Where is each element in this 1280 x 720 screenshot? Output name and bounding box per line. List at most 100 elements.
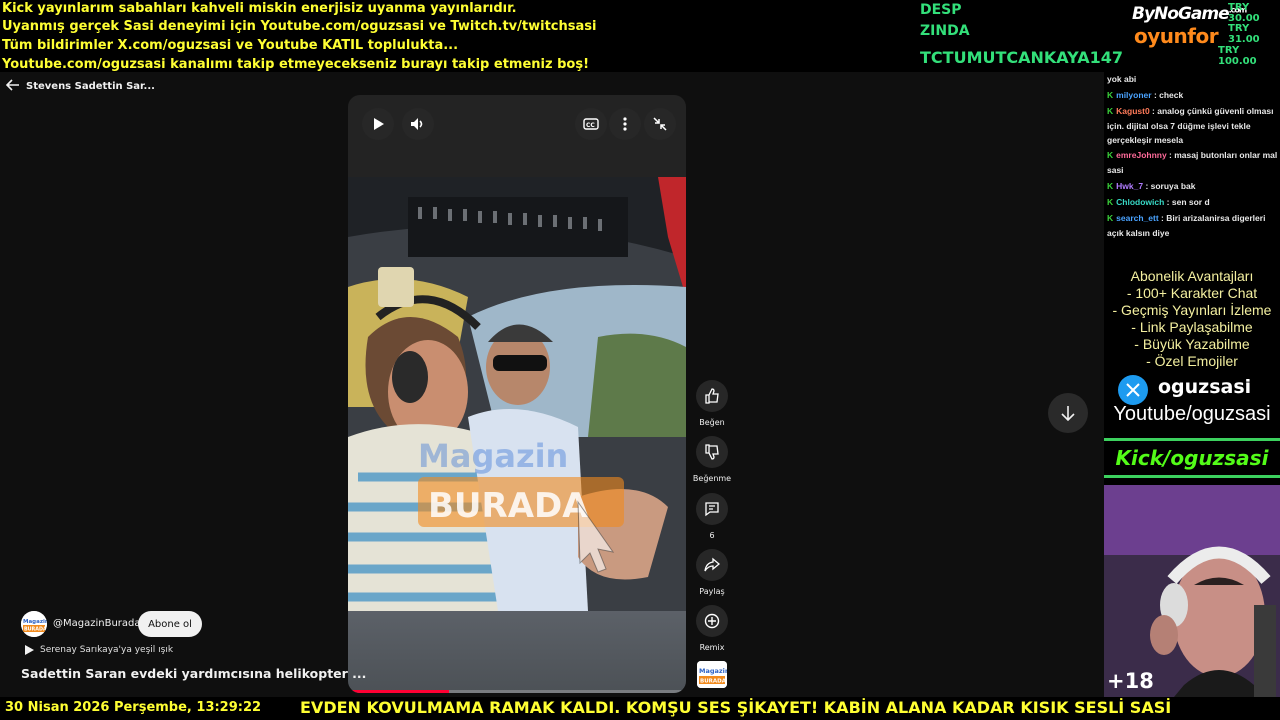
video-title[interactable]: Sadettin Saran evdeki yardımcısına helik… [21, 666, 366, 681]
volume-icon [411, 118, 423, 130]
subscription-perk: - Link Paylaşabilme [1131, 319, 1253, 335]
subscribe-button[interactable]: Abone ol [138, 611, 202, 637]
dislike-action[interactable]: Beğenme [693, 436, 731, 483]
plus-count: +18 [1107, 669, 1154, 693]
x-handle: oguzsasi [1158, 376, 1252, 398]
captions-button[interactable]: CC [575, 108, 607, 140]
kick-badge-icon: K [1107, 213, 1114, 223]
stream-top-banner: Kick yayınlarım sabahları kahveli miskin… [0, 0, 1280, 72]
kick-badge-icon: K [1107, 90, 1114, 100]
date-time: 30 Nisan 2026 Perşembe, 13:29:22 [5, 700, 262, 715]
play-button[interactable] [362, 108, 394, 140]
banner-line-3: Tüm bildirimler X.com/oguzsasi ve Youtub… [2, 38, 459, 53]
play-icon [374, 118, 384, 130]
collapse-icon [653, 117, 667, 131]
svg-text:CC: CC [586, 122, 595, 129]
chat-message: Ksearch_ett : Biri arizalanirsa digerler… [1107, 211, 1279, 240]
chat-message: K Kagust0 : analog çünkü güvenli olması i… [1107, 104, 1279, 148]
thumb-logo-text-1: Magazin [699, 667, 727, 675]
volume-button[interactable] [402, 108, 434, 140]
video-bottom-blur [348, 611, 686, 693]
kick-handle: Kick/oguzsasi [1115, 446, 1269, 470]
subscription-title: Abonelik Avantajları [1130, 268, 1254, 284]
kick-badge-icon: K [1107, 150, 1114, 160]
video-frame[interactable]: Magazin BURADA [348, 177, 686, 611]
thumbs-up-icon [705, 388, 719, 404]
more-options-button[interactable] [609, 108, 641, 140]
channel-avatar[interactable]: Magazin BURADA [21, 611, 47, 637]
youtube-handle: Youtube/oguzsasi [1113, 403, 1271, 425]
kick-badge-icon: K [1107, 181, 1114, 191]
remix-button[interactable] [696, 605, 728, 637]
watermark-top: Magazin [418, 437, 568, 475]
subscription-perk: - Özel Emojiler [1146, 353, 1238, 369]
channel-thumbnail[interactable]: Magazin BURADA [697, 661, 727, 688]
collapse-button[interactable] [644, 108, 676, 140]
comments-button[interactable] [696, 493, 728, 525]
chat-text: : soruya bak [1143, 181, 1196, 191]
dislike-button[interactable] [696, 436, 728, 468]
subscription-perk: - 100+ Karakter Chat [1126, 285, 1258, 301]
stream-side-panel: yok abi Kmilyoner : check K Kagust0 : ana… [1104, 72, 1280, 697]
oyunfor-logo: oyunfor [1134, 24, 1219, 48]
bynogame-logo-text: ByNoGame [1132, 4, 1230, 24]
chat-message: K Hwk_7 : soruya bak [1107, 179, 1279, 194]
back-label: Stevens Sadettin Sar... [26, 80, 155, 92]
like-label: Beğen [699, 418, 725, 427]
ticker-text: EVDEN KOVULMAMA RAMAK KALDI. KOMŞU SES Ş… [300, 698, 1172, 717]
donation-price-2: TRY 31.00 [1228, 23, 1260, 45]
chat-username[interactable]: search_ett [1116, 213, 1159, 223]
avatar-logo-text-1: Magazin [23, 619, 47, 625]
banner-line-1: Kick yayınlarım sabahları kahveli miskin… [2, 1, 517, 16]
remix-label: Remix [699, 643, 725, 652]
chat-message: KemreJohnny : masaj butonları onlar mal … [1107, 148, 1279, 177]
chat-text: : sen sor d [1164, 197, 1210, 207]
streamer-webcam: +18 [1104, 485, 1280, 697]
kick-badge-icon: K [1107, 197, 1114, 207]
captions-icon: CC [583, 118, 599, 130]
chat-username[interactable]: Kagust0 [1116, 106, 1150, 116]
music-link[interactable]: Serenay Sarıkaya'ya yeşil ışık [24, 645, 173, 655]
remix-icon [704, 613, 720, 629]
chat-text: : check [1151, 90, 1184, 100]
comments-action[interactable]: 6 [695, 493, 729, 540]
chat-username[interactable]: milyoner [1116, 90, 1151, 100]
banner-line-4: Youtube.com/oguzsasi kanalımı takip etme… [2, 57, 589, 72]
kick-badge-icon: K [1107, 106, 1114, 116]
share-action[interactable]: Paylaş [695, 549, 729, 596]
remix-action[interactable]: Remix [695, 605, 729, 652]
watermark-bottom: BURADA [428, 486, 589, 526]
video-progress-bar[interactable] [348, 690, 686, 693]
like-action[interactable]: Beğen [695, 380, 729, 427]
magazinburada-logo: Magazin BURADA [697, 661, 727, 688]
shorts-video-player[interactable]: Magazin BURADA CC [348, 95, 686, 693]
more-vert-icon [623, 117, 627, 131]
comment-icon [705, 502, 719, 517]
music-title: Serenay Sarıkaya'ya yeşil ışık [40, 645, 174, 655]
webcam-image [1104, 485, 1280, 697]
share-label: Paylaş [699, 587, 725, 596]
channel-avatar-logo: Magazin BURADA [21, 611, 47, 637]
chat-text: yok abi [1107, 74, 1137, 84]
donor-name-3: TCTUMUTCANKAYA147 [920, 48, 1123, 67]
channel-handle[interactable]: @MagazinBurada [53, 618, 141, 629]
video-progress-fill [348, 690, 450, 693]
share-icon [704, 557, 720, 572]
chat-username[interactable]: Hwk_7 [1116, 181, 1143, 191]
subscription-perk: - Büyük Yazabilme [1134, 336, 1250, 352]
arrow-down-icon [1061, 406, 1075, 421]
back-button[interactable]: Stevens Sadettin Sar... [5, 78, 155, 94]
kick-banner: Kick/oguzsasi [1104, 438, 1280, 478]
chat-username[interactable]: Chlodowich [1116, 197, 1164, 207]
share-button[interactable] [696, 549, 728, 581]
like-button[interactable] [696, 380, 728, 412]
thumbs-down-icon [705, 444, 719, 460]
bottom-ticker: 30 Nisan 2026 Perşembe, 13:29:22 EVDEN K… [0, 697, 1280, 720]
video-frame-image: Magazin BURADA [348, 177, 686, 611]
x-logo-icon [1118, 375, 1148, 405]
thumb-logo-text-2: BURADA [700, 679, 727, 685]
next-video-button[interactable] [1048, 393, 1088, 433]
chat-username[interactable]: emreJohnny [1116, 150, 1167, 160]
subscription-perk: - Geçmiş Yayınları İzleme [1112, 302, 1272, 318]
donation-price-3: TRY 100.00 [1218, 45, 1257, 67]
